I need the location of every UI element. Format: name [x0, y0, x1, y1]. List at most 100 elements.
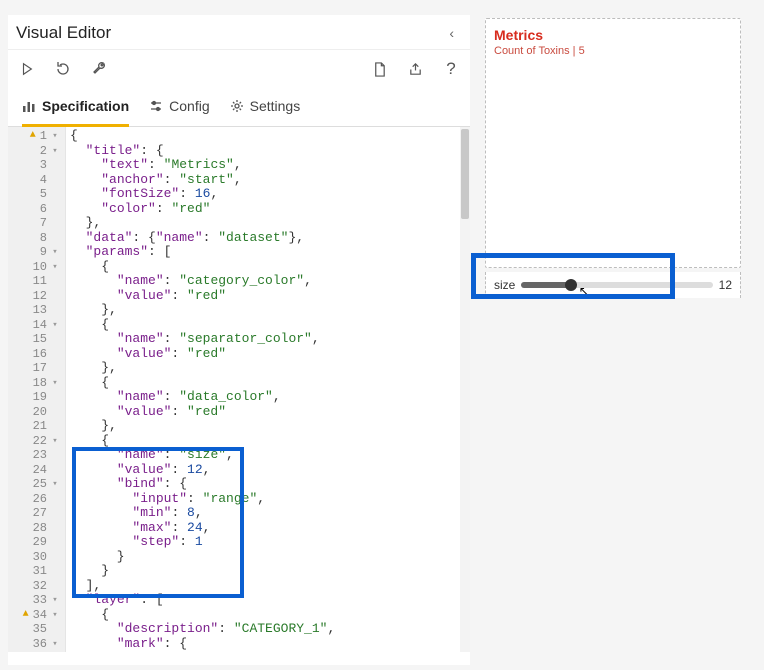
- help-icon[interactable]: ?: [442, 60, 460, 78]
- gutter-line: 30: [8, 550, 65, 565]
- code-line[interactable]: },: [70, 419, 470, 434]
- fold-icon[interactable]: ▾: [51, 637, 59, 652]
- code-line[interactable]: "name": "size",: [70, 448, 470, 463]
- gutter-line: ▲34▾: [8, 608, 65, 623]
- gutter-line: 17: [8, 361, 65, 376]
- wrench-icon[interactable]: [90, 60, 108, 78]
- slider-label: size: [494, 278, 515, 292]
- scroll-thumb[interactable]: [461, 129, 469, 219]
- code-line[interactable]: "max": 24,: [70, 521, 470, 536]
- code-line[interactable]: "name": "category_color",: [70, 274, 470, 289]
- tab-config[interactable]: Config: [149, 98, 209, 127]
- code-line[interactable]: "layer": [: [70, 593, 470, 608]
- code-line[interactable]: {: [70, 129, 470, 144]
- code-line[interactable]: ],: [70, 579, 470, 594]
- gutter-line: 15: [8, 332, 65, 347]
- code-line[interactable]: },: [70, 361, 470, 376]
- gutter-line: 2▾: [8, 144, 65, 159]
- code-line[interactable]: "value": "red": [70, 289, 470, 304]
- gutter-line: 9▾: [8, 245, 65, 260]
- gutter-line: 12: [8, 289, 65, 304]
- gutter-line: 11: [8, 274, 65, 289]
- slider-fill: [521, 282, 571, 288]
- gutter-line: 25▾: [8, 477, 65, 492]
- gutter-line: 8: [8, 231, 65, 246]
- size-slider-row: size ↖ 12: [485, 272, 741, 298]
- code-line[interactable]: {: [70, 608, 470, 623]
- fold-icon[interactable]: ▾: [51, 376, 59, 391]
- fold-icon[interactable]: ▾: [51, 318, 59, 333]
- code-line[interactable]: "params": [: [70, 245, 470, 260]
- code-line[interactable]: "description": "CATEGORY_1",: [70, 622, 470, 637]
- fold-icon[interactable]: ▾: [51, 593, 59, 608]
- code-line[interactable]: "min": 8,: [70, 506, 470, 521]
- slider-thumb[interactable]: [565, 279, 577, 291]
- metrics-subtitle: Count of Toxins | 5: [494, 45, 732, 57]
- code-line[interactable]: },: [70, 216, 470, 231]
- code-line[interactable]: {: [70, 376, 470, 391]
- gutter-line: 36▾: [8, 637, 65, 652]
- code-line[interactable]: "name": "separator_color",: [70, 332, 470, 347]
- code-line[interactable]: "value": "red": [70, 347, 470, 362]
- tab-specification[interactable]: Specification: [22, 98, 129, 127]
- code-line[interactable]: {: [70, 434, 470, 449]
- gutter-line: 33▾: [8, 593, 65, 608]
- code-line[interactable]: "data": {"name": "dataset"},: [70, 231, 470, 246]
- gear-icon: [230, 99, 244, 113]
- share-icon[interactable]: [406, 60, 424, 78]
- code-line[interactable]: "bind": {: [70, 477, 470, 492]
- fold-icon[interactable]: ▾: [51, 260, 59, 275]
- code-line[interactable]: "anchor": "start",: [70, 173, 470, 188]
- gutter-line: 29: [8, 535, 65, 550]
- fold-icon[interactable]: ▾: [51, 477, 59, 492]
- slider-value: 12: [719, 278, 732, 292]
- reset-icon[interactable]: [54, 60, 72, 78]
- cursor-icon: ↖: [579, 284, 589, 298]
- gutter-line: 18▾: [8, 376, 65, 391]
- scrollbar[interactable]: [460, 127, 470, 652]
- code-line[interactable]: {: [70, 318, 470, 333]
- gutter-line: 28: [8, 521, 65, 536]
- code-line[interactable]: }: [70, 550, 470, 565]
- size-slider[interactable]: ↖: [521, 282, 712, 288]
- editor-panel: Visual Editor ‹ ?: [8, 15, 470, 665]
- code-line[interactable]: "step": 1: [70, 535, 470, 550]
- fold-icon[interactable]: ▾: [51, 608, 59, 623]
- gutter-line: 6: [8, 202, 65, 217]
- gutter-line: 27: [8, 506, 65, 521]
- visual-output: Metrics Count of Toxins | 5: [485, 18, 741, 268]
- code-line[interactable]: "color": "red": [70, 202, 470, 217]
- gutter-line: 35: [8, 622, 65, 637]
- editor-tabs: Specification Config Settings: [8, 86, 470, 127]
- code-line[interactable]: "value": 12,: [70, 463, 470, 478]
- gutter-line: 7: [8, 216, 65, 231]
- gutter-line: 22▾: [8, 434, 65, 449]
- code-line[interactable]: "fontSize": 16,: [70, 187, 470, 202]
- editor-header: Visual Editor ‹: [8, 15, 470, 50]
- code-line[interactable]: "text": "Metrics",: [70, 158, 470, 173]
- code-line[interactable]: "name": "data_color",: [70, 390, 470, 405]
- gutter-line: 4: [8, 173, 65, 188]
- gutter-line: 16: [8, 347, 65, 362]
- code-line[interactable]: },: [70, 303, 470, 318]
- code-line[interactable]: {: [70, 260, 470, 275]
- warning-icon: ▲: [23, 608, 29, 623]
- code-line[interactable]: "input": "range",: [70, 492, 470, 507]
- code-line[interactable]: "value": "red": [70, 405, 470, 420]
- fold-icon[interactable]: ▾: [51, 129, 59, 144]
- code-content[interactable]: { "title": { "text": "Metrics", "anchor"…: [66, 127, 470, 652]
- tab-label: Config: [169, 98, 209, 114]
- collapse-caret-icon[interactable]: ‹: [443, 23, 460, 43]
- new-document-icon[interactable]: [370, 60, 388, 78]
- gutter-line: 10▾: [8, 260, 65, 275]
- fold-icon[interactable]: ▾: [51, 144, 59, 159]
- code-line[interactable]: "mark": {: [70, 637, 470, 652]
- gutter-line: 3: [8, 158, 65, 173]
- tab-settings[interactable]: Settings: [230, 98, 301, 127]
- play-icon[interactable]: [18, 60, 36, 78]
- code-line[interactable]: "title": {: [70, 144, 470, 159]
- fold-icon[interactable]: ▾: [51, 434, 59, 449]
- code-editor[interactable]: ▲1▾2▾3456789▾10▾11121314▾15161718▾192021…: [8, 127, 470, 652]
- fold-icon[interactable]: ▾: [51, 245, 59, 260]
- code-line[interactable]: }: [70, 564, 470, 579]
